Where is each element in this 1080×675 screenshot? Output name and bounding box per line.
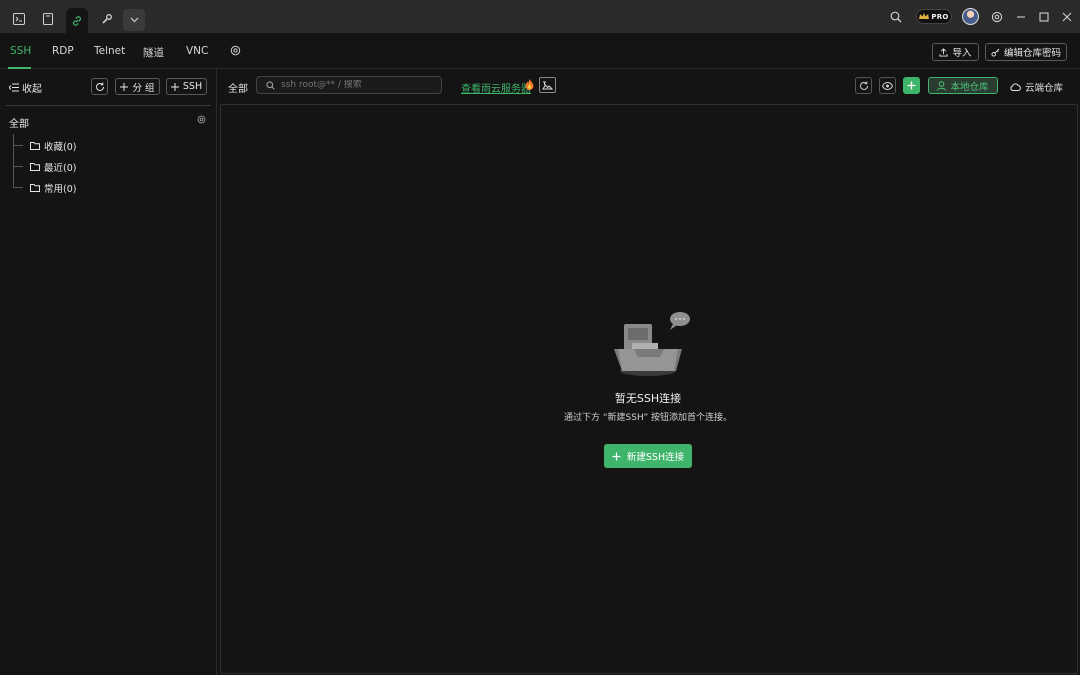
add-group-label: 分 组	[132, 82, 155, 94]
avatar[interactable]	[962, 8, 979, 25]
tab-telnet[interactable]: Telnet	[94, 45, 125, 57]
cloud-server-link[interactable]: 查看雨云服务器	[461, 80, 531, 95]
plus-icon	[907, 81, 916, 90]
tree-root-all[interactable]: 全部	[9, 115, 29, 130]
fire-icon	[525, 79, 534, 90]
sidebar-toolbar: 收起 分 组 SSH	[0, 69, 217, 103]
cloud-repo-label: 云端仓库	[1025, 83, 1064, 94]
main-toolbar: 全部 查看雨云服务器 本地仓库 云端仓库	[218, 69, 1080, 103]
add-ssh-label: SSH	[182, 81, 203, 92]
group-item-favorites[interactable]: 收藏(0)	[30, 139, 76, 153]
group-item-common[interactable]: 常用(0)	[30, 181, 76, 195]
new-ssh-connection-label: 新建SSH连接	[626, 452, 685, 463]
plus-icon	[170, 82, 179, 91]
tab-rdp[interactable]: RDP	[52, 45, 74, 57]
protocol-tabs: SSH RDP Telnet 隧道 VNC 导入 编辑仓库密码	[0, 33, 1080, 69]
plus-icon	[612, 452, 621, 460]
key-icon	[991, 48, 1000, 57]
refresh-button[interactable]	[855, 77, 872, 94]
eye-icon	[882, 81, 893, 90]
pro-label: PRO	[931, 12, 949, 21]
collapse-button[interactable]: 收起	[9, 80, 42, 95]
group-item-recent[interactable]: 最近(0)	[30, 160, 76, 174]
search-icon	[266, 80, 275, 90]
maximize-icon[interactable]	[1033, 6, 1055, 28]
add-group-button[interactable]: 分 组	[115, 78, 160, 95]
connections-panel	[220, 104, 1078, 674]
tab-settings-icon[interactable]	[230, 45, 241, 56]
document-icon[interactable]	[37, 8, 59, 30]
link-icon[interactable]	[66, 8, 88, 33]
group-label: 常用(0)	[44, 184, 77, 195]
plus-icon	[120, 82, 129, 91]
tree-branch	[13, 187, 23, 188]
cloud-repo-tab[interactable]: 云端仓库	[1010, 80, 1063, 94]
terminal-icon[interactable]	[8, 8, 30, 30]
add-ssh-button[interactable]: SSH	[166, 78, 207, 95]
refresh-icon	[95, 82, 104, 91]
title-bar: PRO	[0, 0, 1080, 33]
upload-icon	[939, 47, 949, 57]
import-button[interactable]: 导入	[932, 43, 979, 61]
add-connection-button[interactable]	[903, 77, 920, 94]
empty-state-title: 暂无SSH连接	[614, 392, 682, 405]
folder-icon	[30, 163, 40, 171]
wrench-icon[interactable]	[96, 8, 118, 30]
sidebar: 收起 分 组 SSH 全部 收藏(0) 最近(0) 常用(0)	[0, 69, 217, 675]
user-icon	[937, 80, 947, 91]
folder-icon	[30, 142, 40, 150]
tree-line	[13, 134, 14, 188]
empty-state-subtitle: 通过下方 “新建SSH” 按钮添加首个连接。	[564, 413, 732, 423]
collapse-label: 收起	[22, 84, 42, 95]
local-repo-tab[interactable]: 本地仓库	[928, 77, 998, 94]
group-settings-icon[interactable]	[197, 115, 206, 124]
refresh-icon	[859, 81, 868, 90]
search-input[interactable]	[281, 80, 431, 90]
minimize-icon[interactable]	[1010, 6, 1032, 28]
tab-vnc[interactable]: VNC	[186, 45, 208, 57]
tree-branch	[13, 166, 23, 167]
sidebar-divider	[6, 105, 211, 106]
folder-icon	[30, 184, 40, 192]
collapse-icon	[9, 83, 19, 92]
settings-icon[interactable]	[986, 6, 1008, 28]
close-icon[interactable]	[1056, 6, 1078, 28]
pro-badge[interactable]: PRO	[916, 9, 952, 24]
import-label: 导入	[952, 48, 972, 59]
crown-icon	[919, 13, 930, 19]
cloud-icon	[1010, 83, 1021, 91]
search-icon[interactable]	[885, 6, 907, 28]
group-label: 最近(0)	[44, 163, 77, 174]
group-label: 收藏(0)	[44, 142, 77, 153]
new-ssh-connection-button[interactable]: 新建SSH连接	[604, 444, 692, 468]
edit-password-label: 编辑仓库密码	[1003, 48, 1061, 59]
tab-tunnel[interactable]: 隧道	[143, 45, 164, 60]
refresh-groups-button[interactable]	[91, 78, 108, 95]
tree-branch	[13, 145, 23, 146]
search-box[interactable]	[256, 76, 442, 94]
image-preview-icon[interactable]	[539, 77, 556, 93]
local-repo-label: 本地仓库	[950, 81, 989, 93]
empty-box-illustration	[614, 312, 690, 376]
toggle-visibility-button[interactable]	[879, 77, 896, 94]
edit-password-button[interactable]: 编辑仓库密码	[985, 43, 1067, 61]
filter-label[interactable]: 全部	[228, 80, 248, 95]
tab-ssh[interactable]: SSH	[10, 45, 31, 57]
chevron-down-icon[interactable]	[123, 9, 145, 31]
